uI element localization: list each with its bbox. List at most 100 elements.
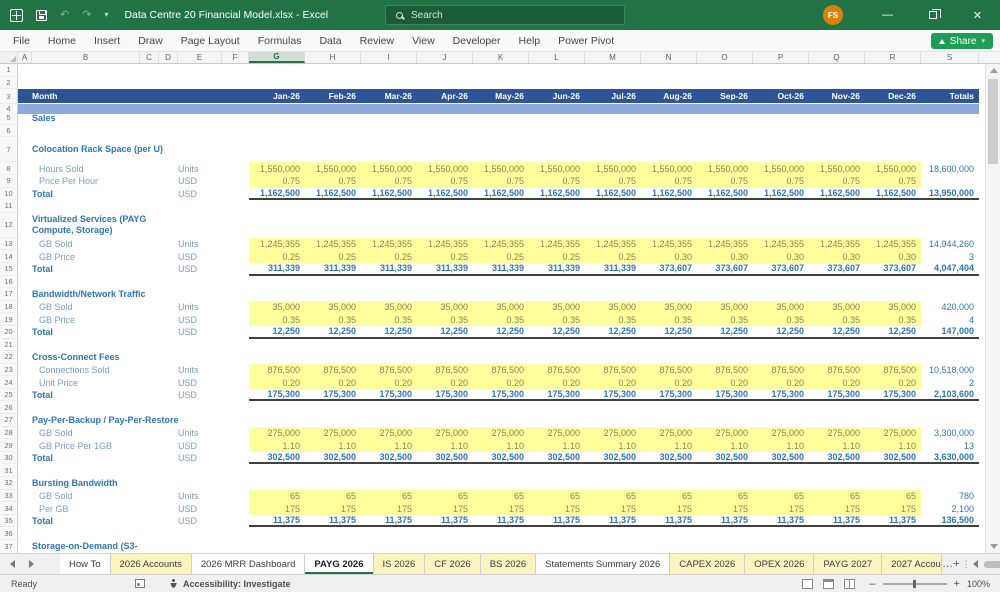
sheet-cell[interactable]: 1,245,355 [585, 237, 641, 251]
sheet-cell[interactable]: 0.20 [865, 376, 921, 389]
sheet-cell[interactable]: 175,300 [753, 389, 809, 402]
sheet-cell[interactable]: 1.10 [753, 439, 809, 452]
sheet-cell[interactable]: 311,339 [529, 263, 585, 276]
sheet-cell[interactable]: 1.10 [585, 439, 641, 452]
month-header-oct-26[interactable]: Oct-26 [753, 89, 809, 105]
sheet-cell[interactable]: 65 [865, 489, 921, 503]
hscroll-left-icon[interactable] [972, 560, 978, 568]
sheet-cell-total[interactable]: 4 [921, 313, 979, 326]
sheet-cell[interactable]: 876,500 [361, 363, 417, 377]
sheet-cell[interactable]: 275,000 [529, 426, 585, 440]
column-header-E[interactable]: E [178, 52, 222, 63]
sheet-cell-total[interactable]: 13 [921, 439, 979, 452]
sheet-cell[interactable]: 302,500 [305, 452, 361, 465]
sheet-cell[interactable]: 0.35 [809, 313, 865, 326]
sheet-cell[interactable]: 302,500 [417, 452, 473, 465]
sheet-cell[interactable]: 0.35 [641, 313, 697, 326]
sheet-cell[interactable]: 65 [697, 489, 753, 503]
sheet-tab-2027-accou[interactable]: 2027 Accou [882, 554, 943, 574]
ribbon-tab-insert[interactable]: Insert [85, 30, 129, 51]
sheet-cell[interactable]: 11,375 [585, 515, 641, 528]
sheet-tab-capex-2026[interactable]: CAPEX 2026 [670, 554, 746, 574]
row-number-3[interactable]: 3 [0, 89, 18, 105]
sheet-cell[interactable]: 175,300 [585, 389, 641, 402]
sheet-cell[interactable]: 1,162,500 [753, 188, 809, 201]
sheet-cell[interactable]: 876,500 [529, 363, 585, 377]
sheet-cell[interactable]: 373,607 [865, 263, 921, 276]
sheet-cell[interactable]: 175 [585, 502, 641, 515]
sheet-cell[interactable]: 1,245,355 [809, 237, 865, 251]
sheet-cell[interactable]: 1,550,000 [305, 162, 361, 175]
sheet-cell[interactable]: 11,375 [361, 515, 417, 528]
sheet-cell[interactable]: 1,245,355 [697, 237, 753, 251]
sheet-cell[interactable]: 0.30 [865, 250, 921, 263]
sheet-cell[interactable]: 35,000 [809, 300, 865, 314]
sheet-cell[interactable]: 876,500 [697, 363, 753, 377]
row-number-37[interactable]: 37 [0, 540, 18, 553]
sheet-cell[interactable]: 275,000 [249, 426, 305, 440]
row-number-22[interactable]: 22 [0, 351, 18, 364]
row-number-35[interactable]: 35 [0, 514, 18, 528]
restore-button[interactable] [910, 0, 955, 30]
sheet-cell[interactable]: 175 [753, 502, 809, 515]
sheet-cell[interactable]: 175 [361, 502, 417, 515]
sheet-cell[interactable]: 1,550,000 [361, 162, 417, 175]
sheet-cell[interactable]: 11,375 [753, 515, 809, 528]
sheet-cell[interactable]: 12,250 [249, 326, 305, 339]
sheet-cell[interactable]: 12,250 [809, 326, 865, 339]
sheet-cell[interactable]: 373,607 [641, 263, 697, 276]
sheet-cell-total[interactable]: 4,047,404 [921, 263, 979, 276]
sheet-cell[interactable]: 0.75 [305, 174, 361, 188]
ribbon-tab-data[interactable]: Data [310, 30, 350, 51]
column-header-Q[interactable]: Q [809, 52, 865, 63]
sheet-cell[interactable]: 65 [417, 489, 473, 503]
row-number-24[interactable]: 24 [0, 376, 18, 389]
vscroll-up-icon[interactable] [990, 68, 998, 73]
ribbon-tab-home[interactable]: Home [39, 30, 85, 51]
sheet-cell[interactable]: 1,245,355 [249, 237, 305, 251]
redo-icon[interactable]: ↷ [82, 9, 91, 21]
sheet-cell[interactable]: 1,550,000 [865, 162, 921, 175]
sheet-cell[interactable]: 0.25 [361, 250, 417, 263]
ribbon-tab-page-layout[interactable]: Page Layout [172, 30, 249, 51]
zoom-out-icon[interactable]: – [869, 578, 875, 590]
column-header-A[interactable]: A [18, 52, 32, 63]
select-all-corner[interactable] [0, 52, 18, 63]
sheet-cell[interactable]: 12,250 [865, 326, 921, 339]
sheet-cell[interactable]: 35,000 [473, 300, 529, 314]
sheet-cell[interactable]: 275,000 [697, 426, 753, 440]
row-number-17[interactable]: 17 [0, 288, 18, 301]
sheet-cell[interactable]: 1.10 [697, 439, 753, 452]
sheet-cell[interactable]: 12,250 [529, 326, 585, 339]
row-number-16[interactable]: 16 [0, 275, 18, 289]
sheet-cell[interactable]: 1,245,355 [865, 237, 921, 251]
save-icon[interactable] [36, 9, 47, 21]
sheet-cell[interactable]: 0.75 [417, 174, 473, 188]
sheet-cell[interactable]: 0.35 [753, 313, 809, 326]
sheet-cell[interactable]: 1.10 [865, 439, 921, 452]
sheet-cell[interactable]: 12,250 [641, 326, 697, 339]
sheet-cell[interactable]: 1,162,500 [697, 188, 753, 201]
sheet-tab-payg-2027[interactable]: PAYG 2027 [814, 554, 883, 574]
zoom-level[interactable]: 100% [967, 579, 990, 589]
sheet-cell[interactable]: 373,607 [753, 263, 809, 276]
month-header-jan-26[interactable]: Jan-26 [249, 89, 305, 105]
sheet-cell[interactable]: 311,339 [417, 263, 473, 276]
tab-overflow-button[interactable]: … [942, 554, 953, 574]
month-header-jul-26[interactable]: Jul-26 [585, 89, 641, 105]
sheet-cell[interactable]: 302,500 [473, 452, 529, 465]
row-number-8[interactable]: 8 [0, 162, 18, 175]
month-header-jun-26[interactable]: Jun-26 [529, 89, 585, 105]
sheet-cell[interactable]: 0.35 [529, 313, 585, 326]
column-header-R[interactable]: R [865, 52, 921, 63]
sheet-cell[interactable]: 35,000 [585, 300, 641, 314]
sheet-cell[interactable]: 35,000 [529, 300, 585, 314]
sheet-cell[interactable]: 1.10 [473, 439, 529, 452]
sheet-cell[interactable]: 175,300 [473, 389, 529, 402]
ribbon-tab-review[interactable]: Review [351, 30, 403, 51]
row-number-14[interactable]: 14 [0, 250, 18, 263]
sheet-cell[interactable]: 1.10 [361, 439, 417, 452]
sheet-cell[interactable]: 11,375 [529, 515, 585, 528]
sheet-cell-total[interactable]: 18,600,000 [921, 162, 979, 175]
sheet-cell[interactable]: 0.30 [753, 250, 809, 263]
